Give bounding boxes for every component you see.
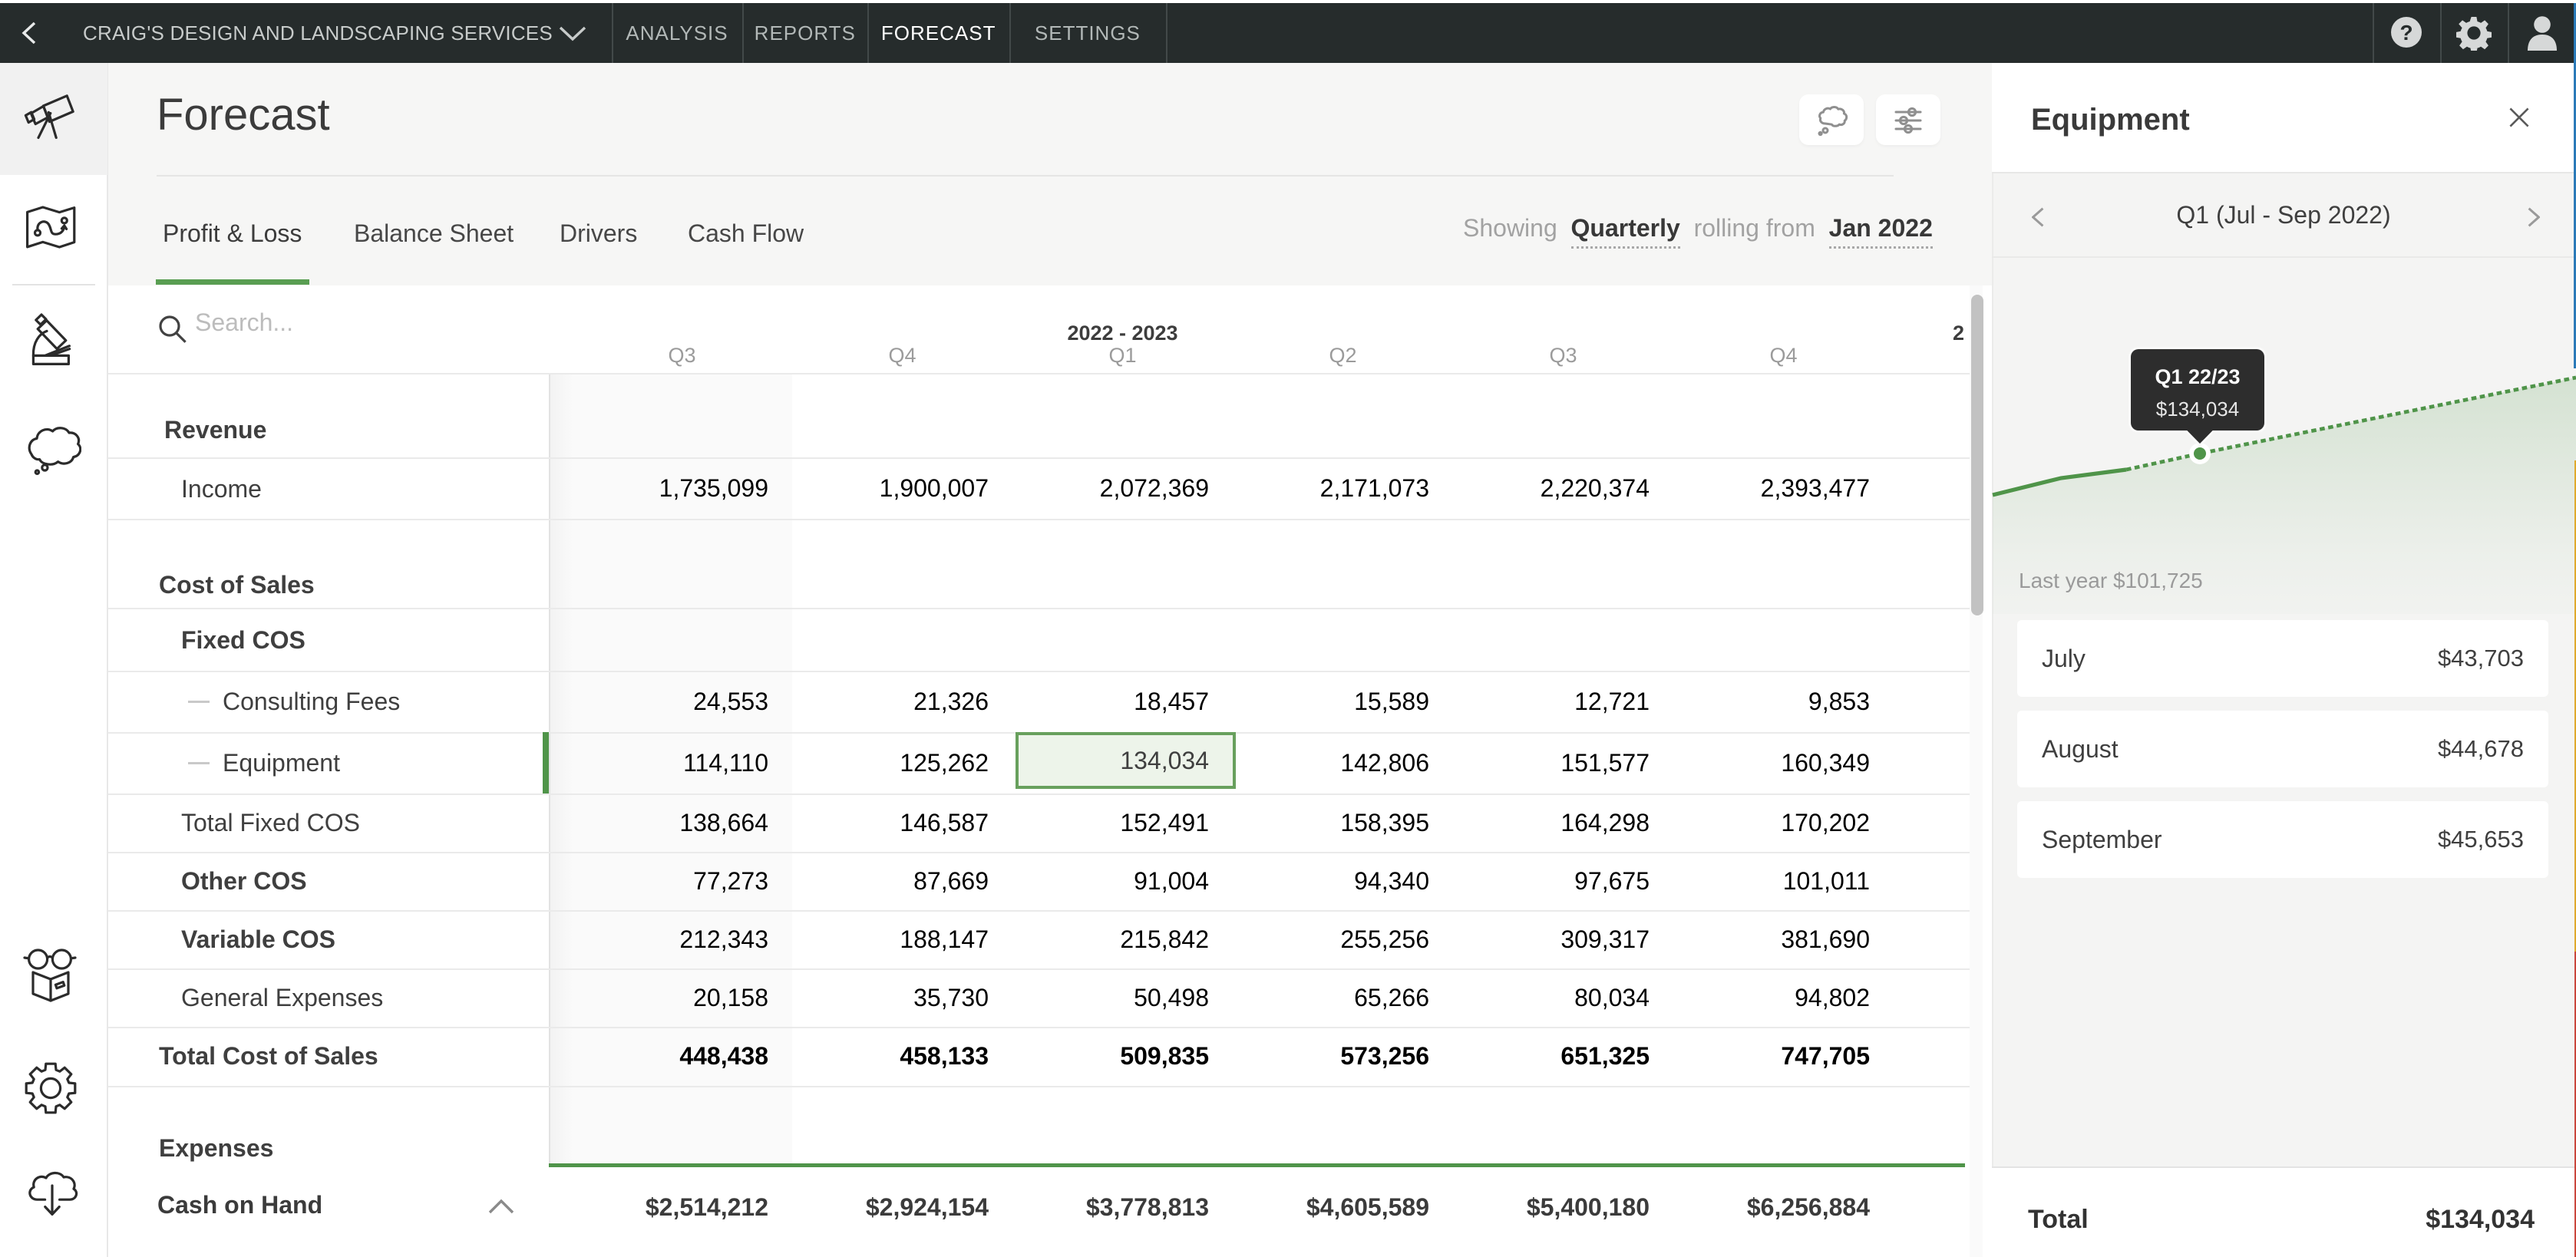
svg-text:Q1 22/23: Q1 22/23 <box>2155 365 2240 388</box>
svg-text:$134,034: $134,034 <box>2156 398 2239 421</box>
